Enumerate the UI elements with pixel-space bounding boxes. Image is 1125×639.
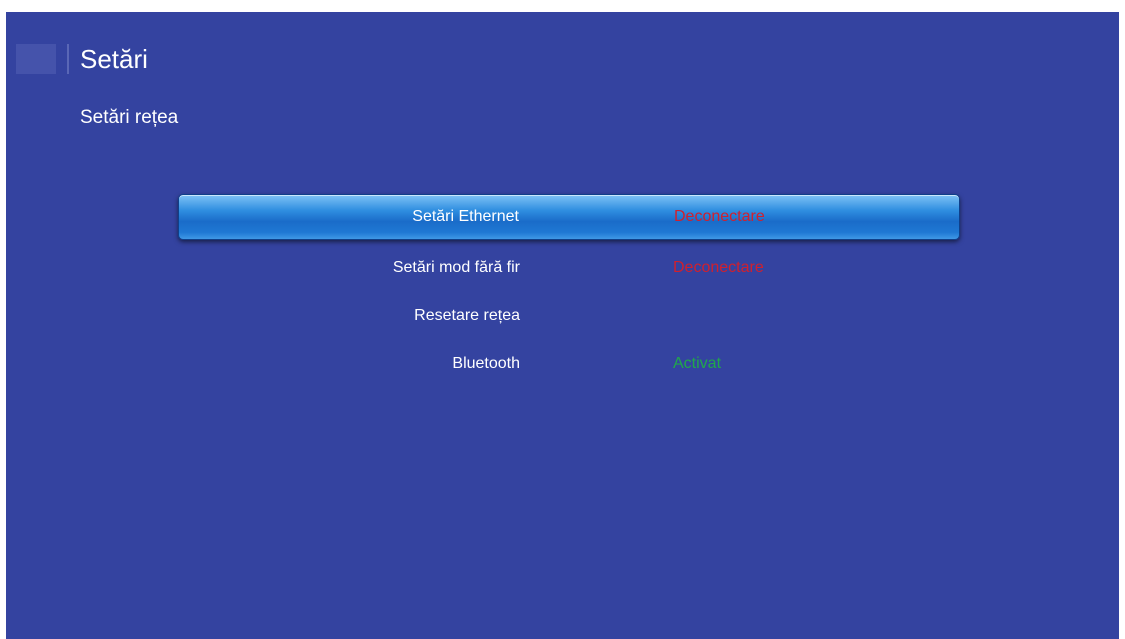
page-title: Setări bbox=[80, 44, 148, 74]
menu-item-status: Deconectare bbox=[673, 259, 764, 276]
header-divider bbox=[67, 44, 69, 74]
menu-item-ethernet-settings[interactable]: Setări Ethernet Deconectare bbox=[178, 194, 960, 240]
settings-screen: Setări Setări rețea Setări Ethernet Deco… bbox=[6, 12, 1119, 639]
menu-item-label: Bluetooth bbox=[452, 355, 520, 372]
menu-item-label: Setări Ethernet bbox=[412, 208, 519, 225]
menu-item-label: Setări mod fără fir bbox=[392, 259, 520, 276]
menu-item-label: Resetare rețea bbox=[414, 307, 520, 324]
menu-item-network-reset[interactable]: Resetare rețea bbox=[178, 292, 960, 340]
network-settings-menu: Setări Ethernet Deconectare Setări mod f… bbox=[178, 194, 960, 388]
menu-item-bluetooth[interactable]: Bluetooth Activat bbox=[178, 340, 960, 388]
section-title: Setări rețea bbox=[80, 107, 179, 128]
settings-icon bbox=[16, 44, 56, 74]
menu-item-status: Deconectare bbox=[674, 208, 765, 225]
menu-item-status: Activat bbox=[673, 355, 722, 372]
menu-item-wireless-settings[interactable]: Setări mod fără fir Deconectare bbox=[178, 244, 960, 292]
